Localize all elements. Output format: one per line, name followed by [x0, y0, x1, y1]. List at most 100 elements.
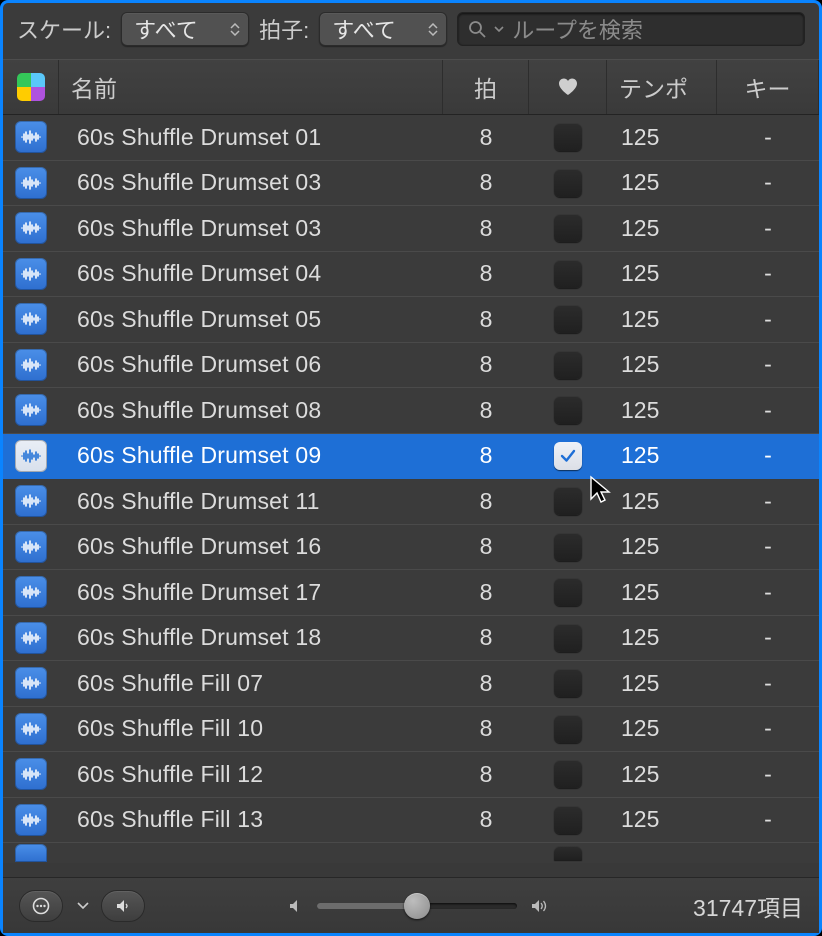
- loop-type-cell: [3, 525, 59, 570]
- volume-slider[interactable]: [317, 903, 517, 909]
- header-key[interactable]: キー: [717, 60, 819, 114]
- table-row[interactable]: 60s Shuffle Drumset 048125-: [3, 252, 819, 298]
- table-row[interactable]: 60s Shuffle Fill 138125-: [3, 798, 819, 844]
- loop-type-cell: [3, 115, 59, 160]
- favorite-checkbox[interactable]: [554, 169, 582, 197]
- audio-loop-icon: [15, 485, 47, 517]
- header-tempo[interactable]: テンポ: [607, 60, 717, 114]
- favorite-checkbox[interactable]: [554, 260, 582, 288]
- table-row[interactable]: 60s Shuffle Drumset 168125-: [3, 525, 819, 571]
- loop-beats: 8: [443, 161, 529, 206]
- loop-tempo: 125: [607, 661, 717, 706]
- table-row[interactable]: 60s Shuffle Drumset 188125-: [3, 616, 819, 662]
- header-beats[interactable]: 拍: [443, 60, 529, 114]
- loop-tempo: 125: [607, 206, 717, 251]
- loop-key: -: [717, 616, 819, 661]
- favorite-checkbox[interactable]: [554, 123, 582, 151]
- actions-menu-button[interactable]: [19, 890, 63, 922]
- volume-knob[interactable]: [404, 893, 430, 919]
- loop-list[interactable]: 60s Shuffle Drumset 018125-60s Shuffle D…: [3, 115, 819, 877]
- table-row[interactable]: 60s Shuffle Drumset 038125-: [3, 206, 819, 252]
- preview-play-button[interactable]: [101, 890, 145, 922]
- favorite-cell: [529, 752, 607, 797]
- table-row[interactable]: 60s Shuffle Drumset 178125-: [3, 570, 819, 616]
- loop-beats: 8: [443, 752, 529, 797]
- loop-tempo: 125: [607, 616, 717, 661]
- loop-browser-window: スケール: すべて 拍子: すべて ループを検索 名前 拍: [0, 0, 822, 936]
- loop-type-cell: [3, 343, 59, 388]
- signature-popup[interactable]: すべて: [319, 12, 447, 46]
- loop-beats: 8: [443, 661, 529, 706]
- loop-type-cell: [3, 707, 59, 752]
- favorite-checkbox[interactable]: [554, 578, 582, 606]
- loop-name: 60s Shuffle Drumset 03: [59, 206, 443, 251]
- table-row[interactable]: 60s Shuffle Drumset 058125-: [3, 297, 819, 343]
- table-row[interactable]: 60s Shuffle Fill 108125-: [3, 707, 819, 753]
- loop-type-cell: [3, 798, 59, 843]
- table-row[interactable]: 60s Shuffle Drumset 038125-: [3, 161, 819, 207]
- loop-name: 60s Shuffle Drumset 08: [59, 388, 443, 433]
- audio-loop-icon: [15, 212, 47, 244]
- search-field[interactable]: ループを検索: [457, 12, 805, 46]
- loop-key: -: [717, 479, 819, 524]
- table-row[interactable]: 60s Shuffle Drumset 088125-: [3, 388, 819, 434]
- volume-control: [157, 897, 681, 915]
- loop-tempo: 125: [607, 297, 717, 342]
- header-favorite[interactable]: [529, 60, 607, 114]
- favorite-checkbox[interactable]: [554, 487, 582, 515]
- loop-name: 60s Shuffle Drumset 03: [59, 161, 443, 206]
- loop-beats: 8: [443, 115, 529, 160]
- table-row[interactable]: 60s Shuffle Drumset 068125-: [3, 343, 819, 389]
- favorite-checkbox[interactable]: [554, 846, 582, 860]
- loop-type-cell: [3, 570, 59, 615]
- heart-icon: [557, 77, 579, 97]
- audio-loop-icon: [15, 394, 47, 426]
- favorite-checkbox[interactable]: [554, 715, 582, 743]
- audio-loop-icon: [15, 440, 47, 472]
- favorite-checkbox[interactable]: [554, 624, 582, 652]
- audio-loop-icon: [15, 349, 47, 381]
- loop-beats: 8: [443, 388, 529, 433]
- loop-type-cell: [3, 434, 59, 479]
- favorite-cell: [529, 707, 607, 752]
- table-row[interactable]: 60s Shuffle Drumset 118125-: [3, 479, 819, 525]
- loop-key: -: [717, 206, 819, 251]
- loop-type-cell: [3, 661, 59, 706]
- view-mode-button[interactable]: [3, 60, 59, 114]
- header-name[interactable]: 名前: [59, 60, 443, 114]
- audio-loop-icon: [15, 713, 47, 745]
- table-row[interactable]: 60s Shuffle Drumset 098125-: [3, 434, 819, 480]
- table-row[interactable]: 60s Shuffle Drumset 018125-: [3, 115, 819, 161]
- loop-type-cell: [3, 252, 59, 297]
- loop-name: 60s Shuffle Drumset 04: [59, 252, 443, 297]
- scale-popup[interactable]: すべて: [121, 12, 249, 46]
- ellipsis-circle-icon: [32, 897, 50, 915]
- favorite-checkbox[interactable]: [554, 806, 582, 834]
- favorite-checkbox[interactable]: [554, 442, 582, 470]
- favorite-checkbox[interactable]: [554, 305, 582, 333]
- loop-name: 60s Shuffle Fill 12: [59, 752, 443, 797]
- loop-key: -: [717, 661, 819, 706]
- table-row[interactable]: [3, 843, 819, 863]
- loop-name: 60s Shuffle Drumset 16: [59, 525, 443, 570]
- loop-beats: 8: [443, 570, 529, 615]
- favorite-cell: [529, 161, 607, 206]
- favorite-checkbox[interactable]: [554, 533, 582, 561]
- audio-loop-icon: [15, 844, 47, 862]
- favorite-cell: [529, 479, 607, 524]
- loop-name: 60s Shuffle Drumset 06: [59, 343, 443, 388]
- audio-loop-icon: [15, 167, 47, 199]
- favorite-checkbox[interactable]: [554, 669, 582, 697]
- favorite-checkbox[interactable]: [554, 214, 582, 242]
- favorite-checkbox[interactable]: [554, 351, 582, 379]
- audio-loop-icon: [15, 667, 47, 699]
- favorite-checkbox[interactable]: [554, 760, 582, 788]
- favorite-checkbox[interactable]: [554, 396, 582, 424]
- favorite-cell: [529, 616, 607, 661]
- table-row[interactable]: 60s Shuffle Fill 128125-: [3, 752, 819, 798]
- chevron-down-icon[interactable]: [77, 902, 89, 910]
- loop-name: 60s Shuffle Drumset 05: [59, 297, 443, 342]
- table-row[interactable]: 60s Shuffle Fill 078125-: [3, 661, 819, 707]
- favorite-cell: [529, 570, 607, 615]
- loop-key: -: [717, 752, 819, 797]
